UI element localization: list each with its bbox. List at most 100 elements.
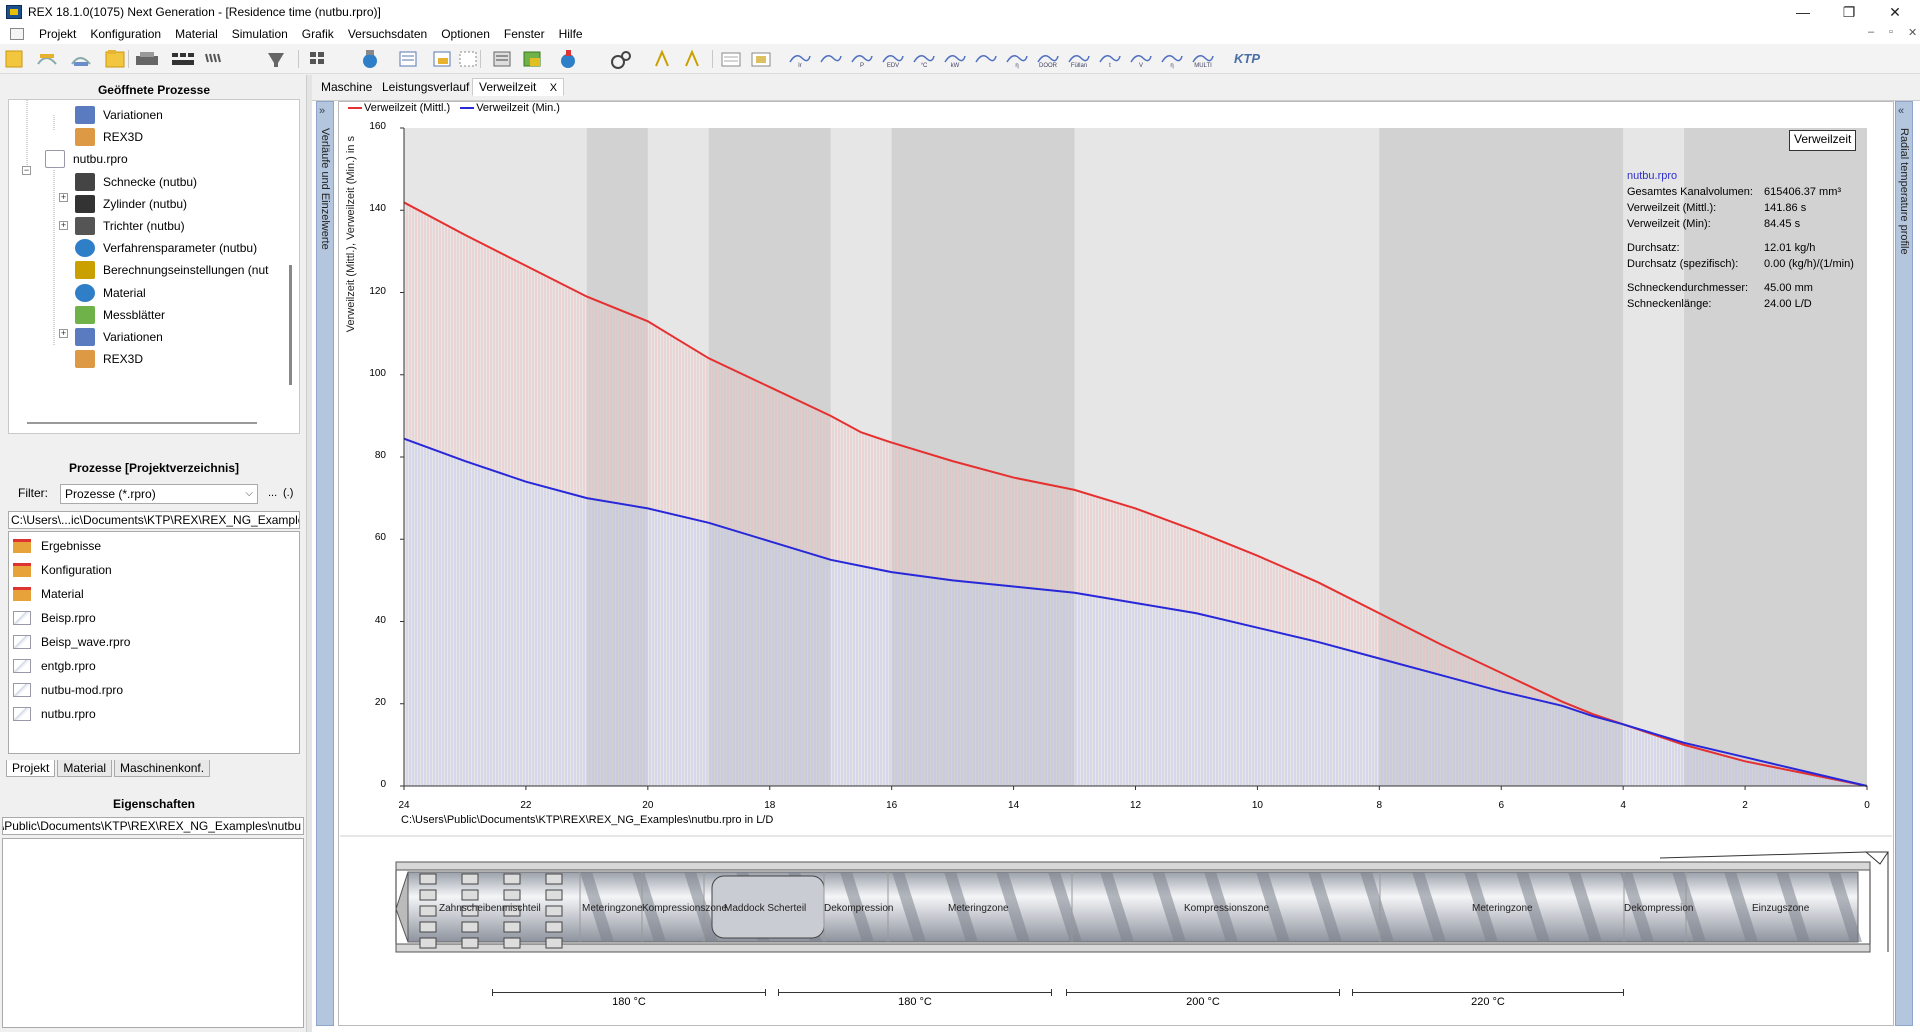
import-button[interactable] — [432, 48, 460, 70]
tree-item[interactable]: Variationen — [75, 326, 163, 348]
close-button[interactable]: ✕ — [1872, 0, 1918, 24]
tree-item[interactable]: Variationen — [75, 104, 163, 126]
report2-button[interactable] — [748, 48, 776, 70]
right-strip-label: Radial temperature profile — [1898, 128, 1910, 255]
file-list-item[interactable]: nutbu-mod.rpro — [13, 679, 123, 701]
open-config-button[interactable] — [34, 48, 62, 70]
material-button[interactable] — [362, 48, 390, 70]
tab-maschinenkonf[interactable]: Maschinenkonf. — [114, 760, 211, 777]
menu-hilfe[interactable]: Hilfe — [552, 27, 590, 41]
expand-chevron-icon[interactable]: » — [319, 105, 325, 117]
chart-type-button-0[interactable]: Ir — [786, 48, 814, 70]
mdi-close-button[interactable]: ✕ — [1908, 26, 1917, 39]
left-collapsed-panel[interactable]: » Verläufe und Einzelwerte — [316, 101, 334, 1026]
filter-reset-button[interactable]: (.) — [283, 487, 293, 499]
new-project-button[interactable] — [0, 48, 28, 70]
tab-leistungsverlauf[interactable]: Leistungsverlauf — [382, 80, 469, 94]
grid-button[interactable] — [458, 48, 486, 70]
file-list-item[interactable]: entgb.rpro — [13, 655, 96, 677]
tree-item[interactable]: Schnecke (nutbu) — [75, 171, 197, 193]
menu-projekt[interactable]: Projekt — [32, 27, 83, 41]
expand-chevron-icon[interactable]: « — [1898, 105, 1904, 117]
settings-button[interactable] — [608, 48, 638, 70]
chart-type-button-8[interactable]: DOOR — [1034, 48, 1062, 70]
tree-item[interactable]: nutbu.rpro — [45, 148, 128, 170]
tree-item[interactable]: Trichter (nutbu) — [75, 215, 185, 237]
chart-type-button-10[interactable]: t — [1096, 48, 1124, 70]
filter-combobox[interactable]: Prozesse (*.rpro) ⌵ — [60, 484, 258, 504]
tab-material[interactable]: Material — [57, 760, 113, 777]
chart-type-button-9[interactable]: Füllan — [1065, 48, 1093, 70]
menu-grafik[interactable]: Grafik — [295, 27, 341, 41]
tree-expand-toggle[interactable]: + — [59, 329, 68, 338]
chart-type-button-13[interactable]: MULTI — [1189, 48, 1217, 70]
tree-item[interactable]: Zylinder (nutbu) — [75, 193, 187, 215]
menu-material[interactable]: Material — [168, 27, 225, 41]
info-row-label: Verweilzeit (Min): — [1627, 218, 1711, 230]
tree-item[interactable]: REX3D — [75, 348, 143, 370]
chart-type-button-11[interactable]: V — [1127, 48, 1155, 70]
screw-config-button[interactable] — [168, 48, 198, 70]
tree-item[interactable]: Verfahrensparameter (nutbu) — [75, 237, 257, 259]
compute-button[interactable] — [650, 48, 678, 70]
ktp-logo[interactable]: KTP — [1234, 51, 1260, 66]
verweilzeit-button[interactable]: Verweilzeit — [1789, 130, 1857, 151]
menu-optionen[interactable]: Optionen — [434, 27, 497, 41]
chart-type-button-6[interactable] — [972, 48, 1000, 70]
table-button[interactable] — [398, 48, 426, 70]
print-button[interactable] — [134, 48, 162, 70]
tree-expand-toggle[interactable]: + — [59, 221, 68, 230]
document-icon[interactable] — [10, 28, 24, 40]
menu-fenster[interactable]: Fenster — [497, 27, 552, 41]
measurement-button[interactable] — [490, 48, 518, 70]
filter-browse-button[interactable]: ... — [268, 487, 277, 499]
right-collapsed-panel[interactable]: « Radial temperature profile — [1895, 101, 1913, 1026]
cylinder-button[interactable] — [306, 48, 334, 70]
file-list-item[interactable]: Beisp_wave.rpro — [13, 631, 130, 653]
menu-versuchsdaten[interactable]: Versuchsdaten — [341, 27, 434, 41]
minimize-button[interactable]: — — [1780, 0, 1826, 24]
mdi-minimize-button[interactable]: – — [1868, 26, 1874, 38]
file-list-item[interactable]: Material — [13, 583, 84, 605]
file-list-item-label: Beisp.rpro — [41, 611, 96, 625]
tree-collapse-toggle[interactable]: − — [22, 166, 31, 175]
tree-item-label: Zylinder (nutbu) — [103, 196, 188, 211]
x-tick-label: 10 — [1251, 800, 1263, 811]
tree-expand-toggle[interactable]: + — [59, 193, 68, 202]
screw-elements-button[interactable] — [202, 48, 230, 70]
compute-all-button[interactable] — [680, 48, 708, 70]
close-tab-icon[interactable]: X — [550, 82, 557, 94]
project-directory-path[interactable]: C:\Users\...ic\Documents\KTP\REX\REX_NG_… — [8, 511, 300, 529]
hopper-button[interactable] — [264, 48, 292, 70]
open-folder-button[interactable] — [102, 48, 130, 70]
menu-konfiguration[interactable]: Konfiguration — [83, 27, 168, 41]
chart-type-button-5[interactable]: kW — [941, 48, 969, 70]
menu-simulation[interactable]: Simulation — [225, 27, 295, 41]
file-list-item[interactable]: Ergebnisse — [13, 535, 101, 557]
tab-maschine[interactable]: Maschine — [321, 80, 372, 94]
chart-type-button-3[interactable]: EDV — [879, 48, 907, 70]
tree-item[interactable]: Messblätter — [75, 304, 165, 326]
chart-type-button-12[interactable]: η — [1158, 48, 1186, 70]
mdi-restore-button[interactable]: ▫ — [1889, 26, 1893, 38]
file-list-item[interactable]: Beisp.rpro — [13, 607, 96, 629]
report-button[interactable] — [718, 48, 746, 70]
maximize-button[interactable]: ❐ — [1826, 0, 1872, 24]
configure-button[interactable] — [68, 48, 96, 70]
chart-type-button-label: V — [1138, 63, 1143, 69]
tree-item[interactable]: REX3D — [75, 126, 143, 148]
tree-item[interactable]: Berechnungseinstellungen (nut — [75, 259, 268, 281]
file-list-item[interactable]: Konfiguration — [13, 559, 112, 581]
tab-projekt[interactable]: Projekt — [6, 760, 56, 777]
file-list-item[interactable]: nutbu.rpro — [13, 703, 96, 725]
calculation-button[interactable] — [520, 48, 548, 70]
chart-type-button-7[interactable]: η — [1003, 48, 1031, 70]
tab-verweilzeit[interactable]: Verweilzeit X — [472, 78, 565, 96]
menu-bar: Projekt Konfiguration Material Simulatio… — [0, 24, 1920, 44]
chart-type-button-2[interactable]: P — [848, 48, 876, 70]
process-params-button[interactable] — [556, 48, 584, 70]
chart-type-button-1[interactable] — [817, 48, 845, 70]
tree-item[interactable]: Material — [75, 282, 146, 304]
chart-type-button-label: DOOR — [1039, 63, 1057, 69]
chart-type-button-4[interactable]: °C — [910, 48, 938, 70]
